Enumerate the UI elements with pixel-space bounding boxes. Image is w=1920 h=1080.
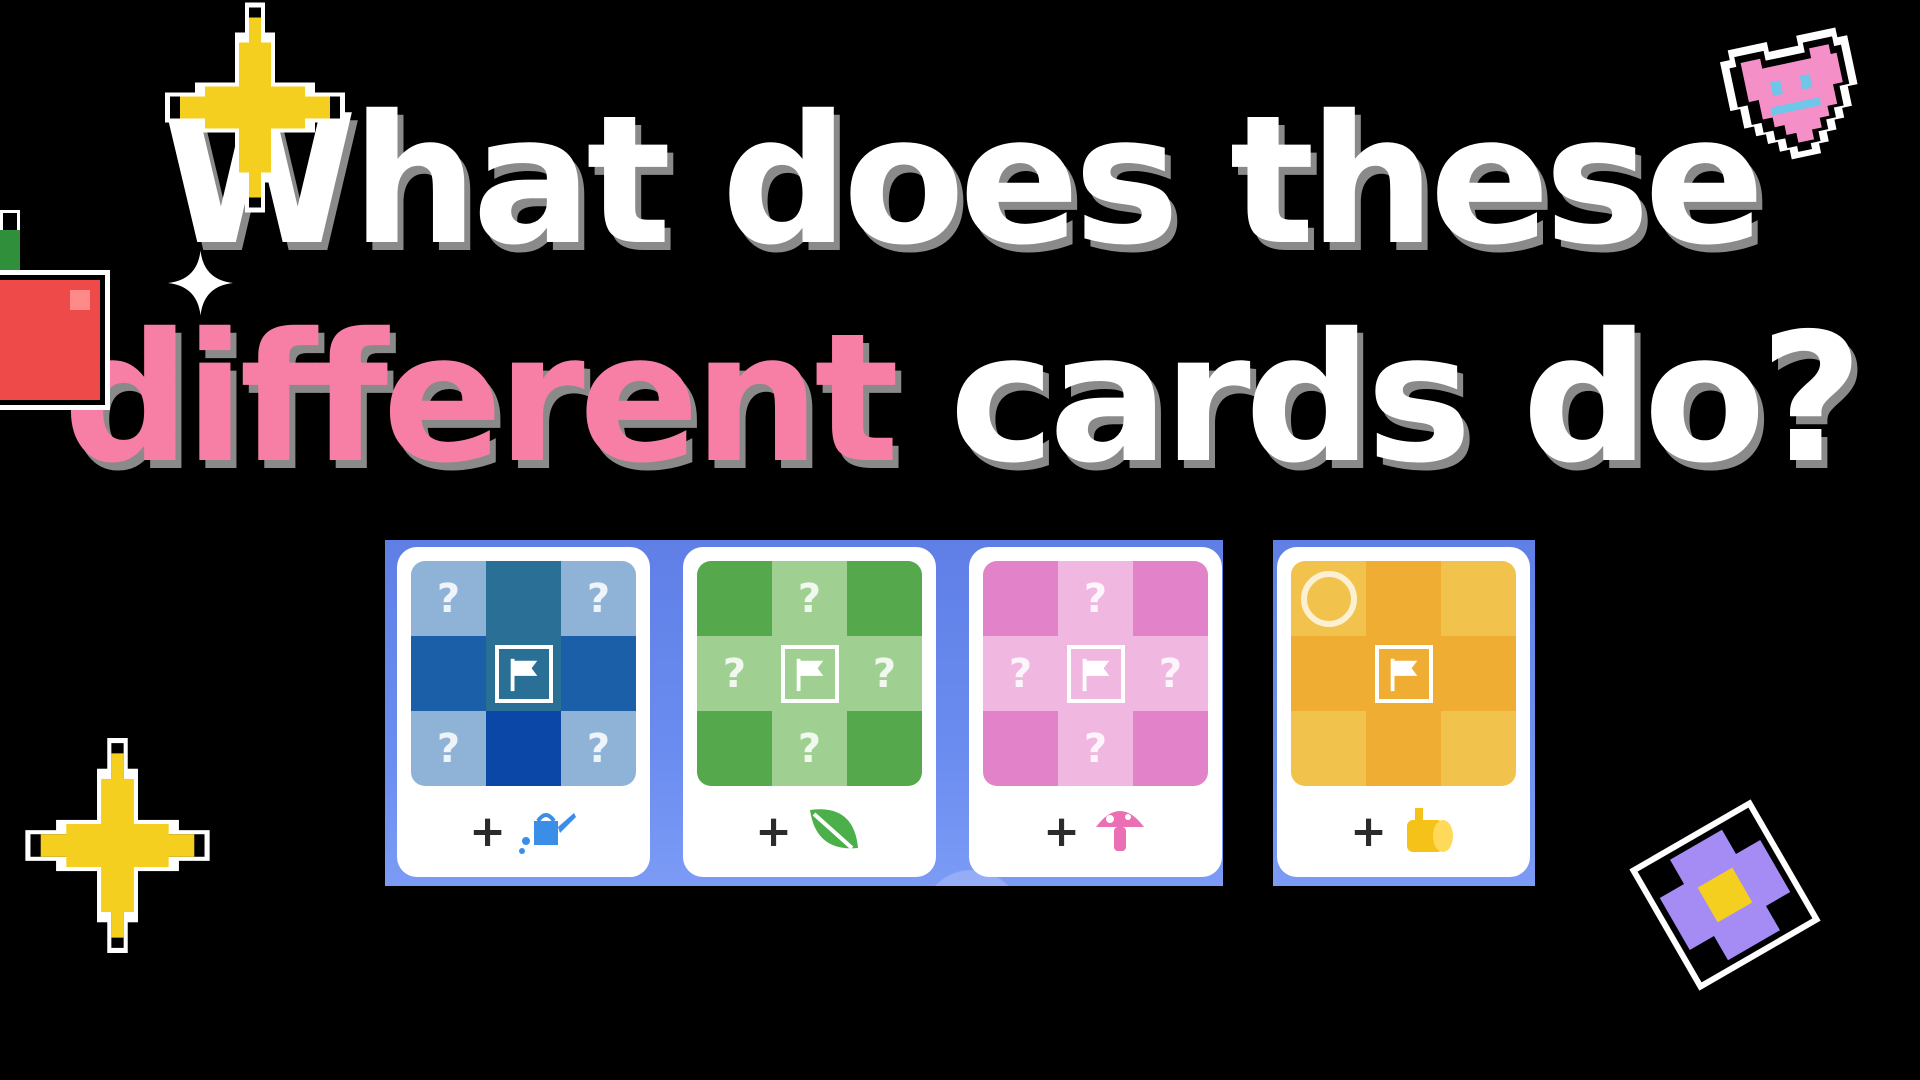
unknown-tile-mark: ? (1083, 575, 1108, 622)
grid-cell (983, 711, 1058, 786)
title-line-2: different cards do? (0, 310, 1920, 488)
unknown-tile-mark: ? (722, 650, 747, 697)
watering-can-icon (518, 805, 578, 859)
unknown-tile-mark: ? (797, 575, 822, 622)
leaf-icon (804, 804, 864, 860)
grid-cell: ? (697, 636, 772, 711)
grid-cell: ? (1058, 711, 1133, 786)
grid-cell (486, 636, 561, 711)
yellow-card[interactable]: + (1277, 547, 1530, 877)
grid-cell (847, 561, 922, 636)
grid-cell (1366, 561, 1441, 636)
card-footer: + (1277, 787, 1530, 877)
circle-marker-icon (1300, 570, 1357, 627)
unknown-tile-mark: ? (436, 725, 461, 772)
card-grid: ???? (983, 561, 1208, 786)
title-highlight-word: different (62, 295, 899, 502)
unknown-tile-mark: ? (872, 650, 897, 697)
flag-icon (494, 644, 553, 703)
card-footer: + (969, 787, 1222, 877)
plus-sign: + (1350, 806, 1387, 857)
grid-cell (1366, 711, 1441, 786)
pixel-flower-icon (1629, 799, 1821, 991)
blue-card[interactable]: ???? + (397, 547, 650, 877)
mushroom-icon (1092, 803, 1148, 861)
pixel-sparkle-icon (165, 2, 345, 213)
unknown-tile-mark: ? (797, 725, 822, 772)
card-footer: + (683, 787, 936, 877)
grid-cell (486, 561, 561, 636)
grid-cell (561, 636, 636, 711)
grid-cell: ? (561, 711, 636, 786)
card-grid: ???? (411, 561, 636, 786)
title-text-line-2: cards do? (949, 295, 1863, 502)
thumbnail-canvas: What does these different cards do? ? ? … (0, 0, 1920, 1080)
card-grid (1291, 561, 1516, 786)
pixel-apple-icon (0, 210, 110, 410)
grid-cell (983, 561, 1058, 636)
grid-cell: ? (983, 636, 1058, 711)
grid-cell: ? (1133, 636, 1208, 711)
pixel-sparkle-icon (25, 738, 210, 953)
grid-cell (1133, 711, 1208, 786)
grid-cell (1291, 636, 1366, 711)
grid-cell: ? (561, 561, 636, 636)
grid-cell: ? (411, 561, 486, 636)
grid-cell: ? (772, 711, 847, 786)
unknown-tile-mark: ? (586, 575, 611, 622)
flag-icon (1374, 644, 1433, 703)
plus-sign: + (755, 806, 792, 857)
pixel-heart-icon (1719, 27, 1858, 160)
grid-cell (1291, 711, 1366, 786)
green-card[interactable]: ???? + (683, 547, 936, 877)
grid-cell (1366, 636, 1441, 711)
unknown-tile-mark: ? (1083, 725, 1108, 772)
grid-cell (1058, 636, 1133, 711)
grid-cell (697, 711, 772, 786)
grid-cell (486, 711, 561, 786)
grid-cell (411, 636, 486, 711)
unknown-tile-mark: ? (1008, 650, 1033, 697)
grid-cell (847, 711, 922, 786)
unknown-tile-mark: ? (1158, 650, 1183, 697)
title-text-line-1: What does these (161, 77, 1765, 284)
grid-cell (1291, 561, 1366, 636)
plus-sign: + (1043, 806, 1080, 857)
card-grid: ???? (697, 561, 922, 786)
grid-cell (1441, 711, 1516, 786)
white-sparkle-icon (168, 250, 233, 316)
grid-cell: ? (411, 711, 486, 786)
pink-card[interactable]: ???? + (969, 547, 1222, 877)
grid-cell (772, 636, 847, 711)
card-footer: + (397, 787, 650, 877)
flag-icon (780, 644, 839, 703)
unknown-tile-mark: ? (586, 725, 611, 772)
grid-cell (1441, 636, 1516, 711)
grid-cell (697, 561, 772, 636)
grid-cell: ? (1058, 561, 1133, 636)
grid-cell (1441, 561, 1516, 636)
grid-cell: ? (772, 561, 847, 636)
grid-cell: ? (847, 636, 922, 711)
grid-cell (1133, 561, 1208, 636)
unknown-tile-mark: ? (436, 575, 461, 622)
wood-log-icon (1399, 804, 1457, 860)
flag-icon (1066, 644, 1125, 703)
plus-sign: + (469, 806, 506, 857)
